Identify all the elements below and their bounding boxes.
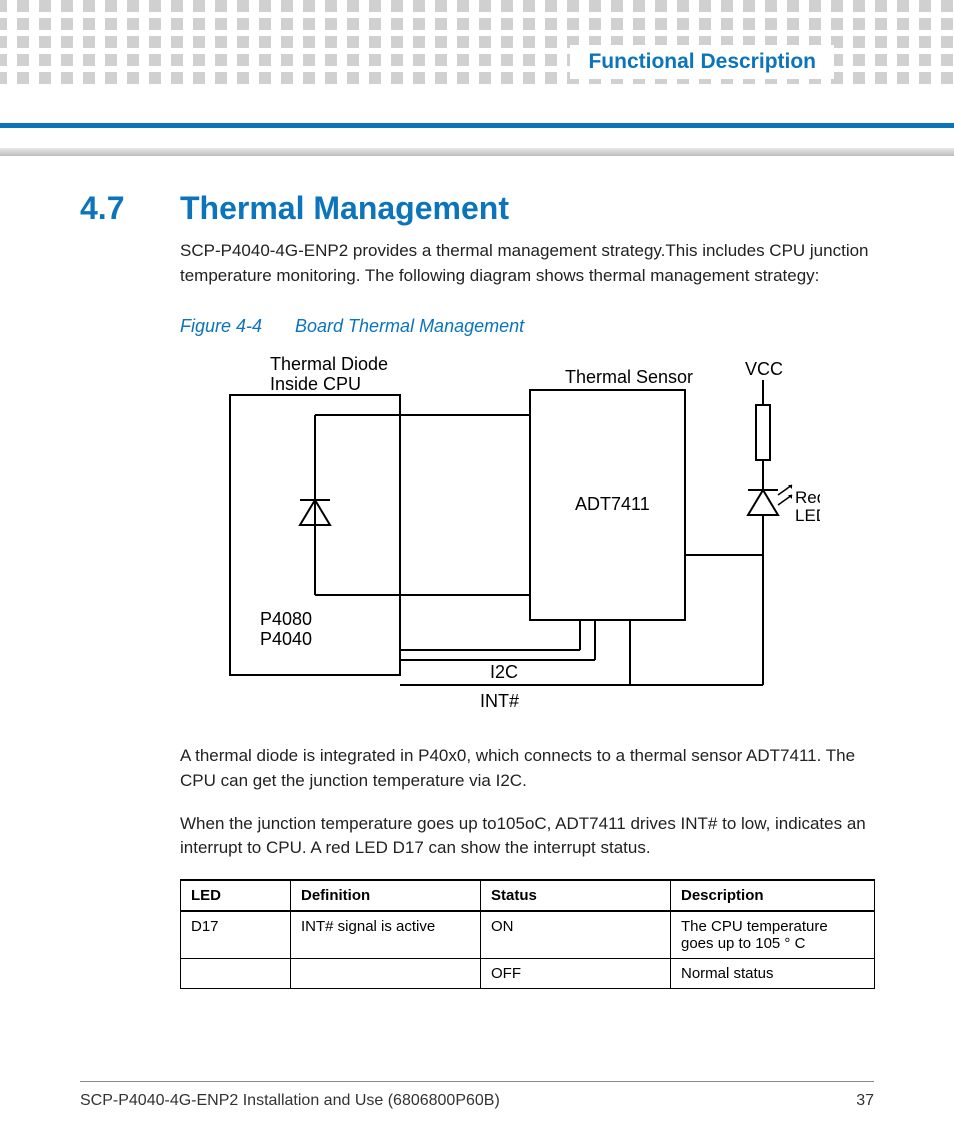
- diagram-led-label1: Red: [795, 488, 820, 507]
- diagram-sensor-part: ADT7411: [575, 494, 650, 514]
- paragraph-2: A thermal diode is integrated in P40x0, …: [180, 744, 874, 793]
- th-led: LED: [181, 880, 291, 911]
- section-number: 4.7: [80, 190, 180, 227]
- page-footer: SCP-P4040-4G-ENP2 Installation and Use (…: [80, 1081, 874, 1110]
- footer-page-number: 37: [856, 1092, 874, 1110]
- cell-status: OFF: [481, 958, 671, 988]
- cell-def: INT# signal is active: [291, 911, 481, 959]
- cell-led: D17: [181, 911, 291, 959]
- cell-desc: The CPU temperature goes up to 105 ° C: [671, 911, 875, 959]
- diagram-sensor-label: Thermal Sensor: [565, 367, 693, 387]
- diagram-cpu-label2: Inside CPU: [270, 374, 361, 394]
- diagram-int: INT#: [480, 691, 519, 711]
- led-table: LED Definition Status Description D17 IN…: [180, 879, 875, 989]
- header-gray-rule: [0, 148, 954, 156]
- section-heading: 4.7 Thermal Management: [80, 190, 874, 227]
- th-status: Status: [481, 880, 671, 911]
- thermal-diagram: Thermal Diode Inside CPU P4080 P4040 The…: [200, 355, 874, 720]
- paragraph-3: When the junction temperature goes up to…: [180, 812, 874, 861]
- diagram-cpu-label1: Thermal Diode: [270, 355, 388, 374]
- table-row: OFF Normal status: [181, 958, 875, 988]
- figure-caption: Figure 4-4 Board Thermal Management: [180, 316, 874, 337]
- chapter-title: Functional Description: [570, 45, 834, 79]
- th-definition: Definition: [291, 880, 481, 911]
- cell-status: ON: [481, 911, 671, 959]
- figure-title: Board Thermal Management: [295, 316, 524, 336]
- header-blue-rule: [0, 123, 954, 128]
- table-header-row: LED Definition Status Description: [181, 880, 875, 911]
- diagram-led-label2: LED: [795, 506, 820, 525]
- th-description: Description: [671, 880, 875, 911]
- diagram-i2c: I2C: [490, 662, 518, 682]
- intro-paragraph: SCP-P4040-4G-ENP2 provides a thermal man…: [180, 239, 874, 288]
- cell-led: [181, 958, 291, 988]
- diagram-vcc: VCC: [745, 359, 783, 379]
- diagram-cpu-part2: P4040: [260, 629, 312, 649]
- page-content: 4.7 Thermal Management SCP-P4040-4G-ENP2…: [80, 190, 874, 989]
- table-row: D17 INT# signal is active ON The CPU tem…: [181, 911, 875, 959]
- section-title: Thermal Management: [180, 190, 509, 227]
- cell-desc: Normal status: [671, 958, 875, 988]
- figure-number: Figure 4-4: [180, 316, 290, 337]
- footer-doc-title: SCP-P4040-4G-ENP2 Installation and Use (…: [80, 1092, 500, 1110]
- diagram-cpu-part1: P4080: [260, 609, 312, 629]
- cell-def: [291, 958, 481, 988]
